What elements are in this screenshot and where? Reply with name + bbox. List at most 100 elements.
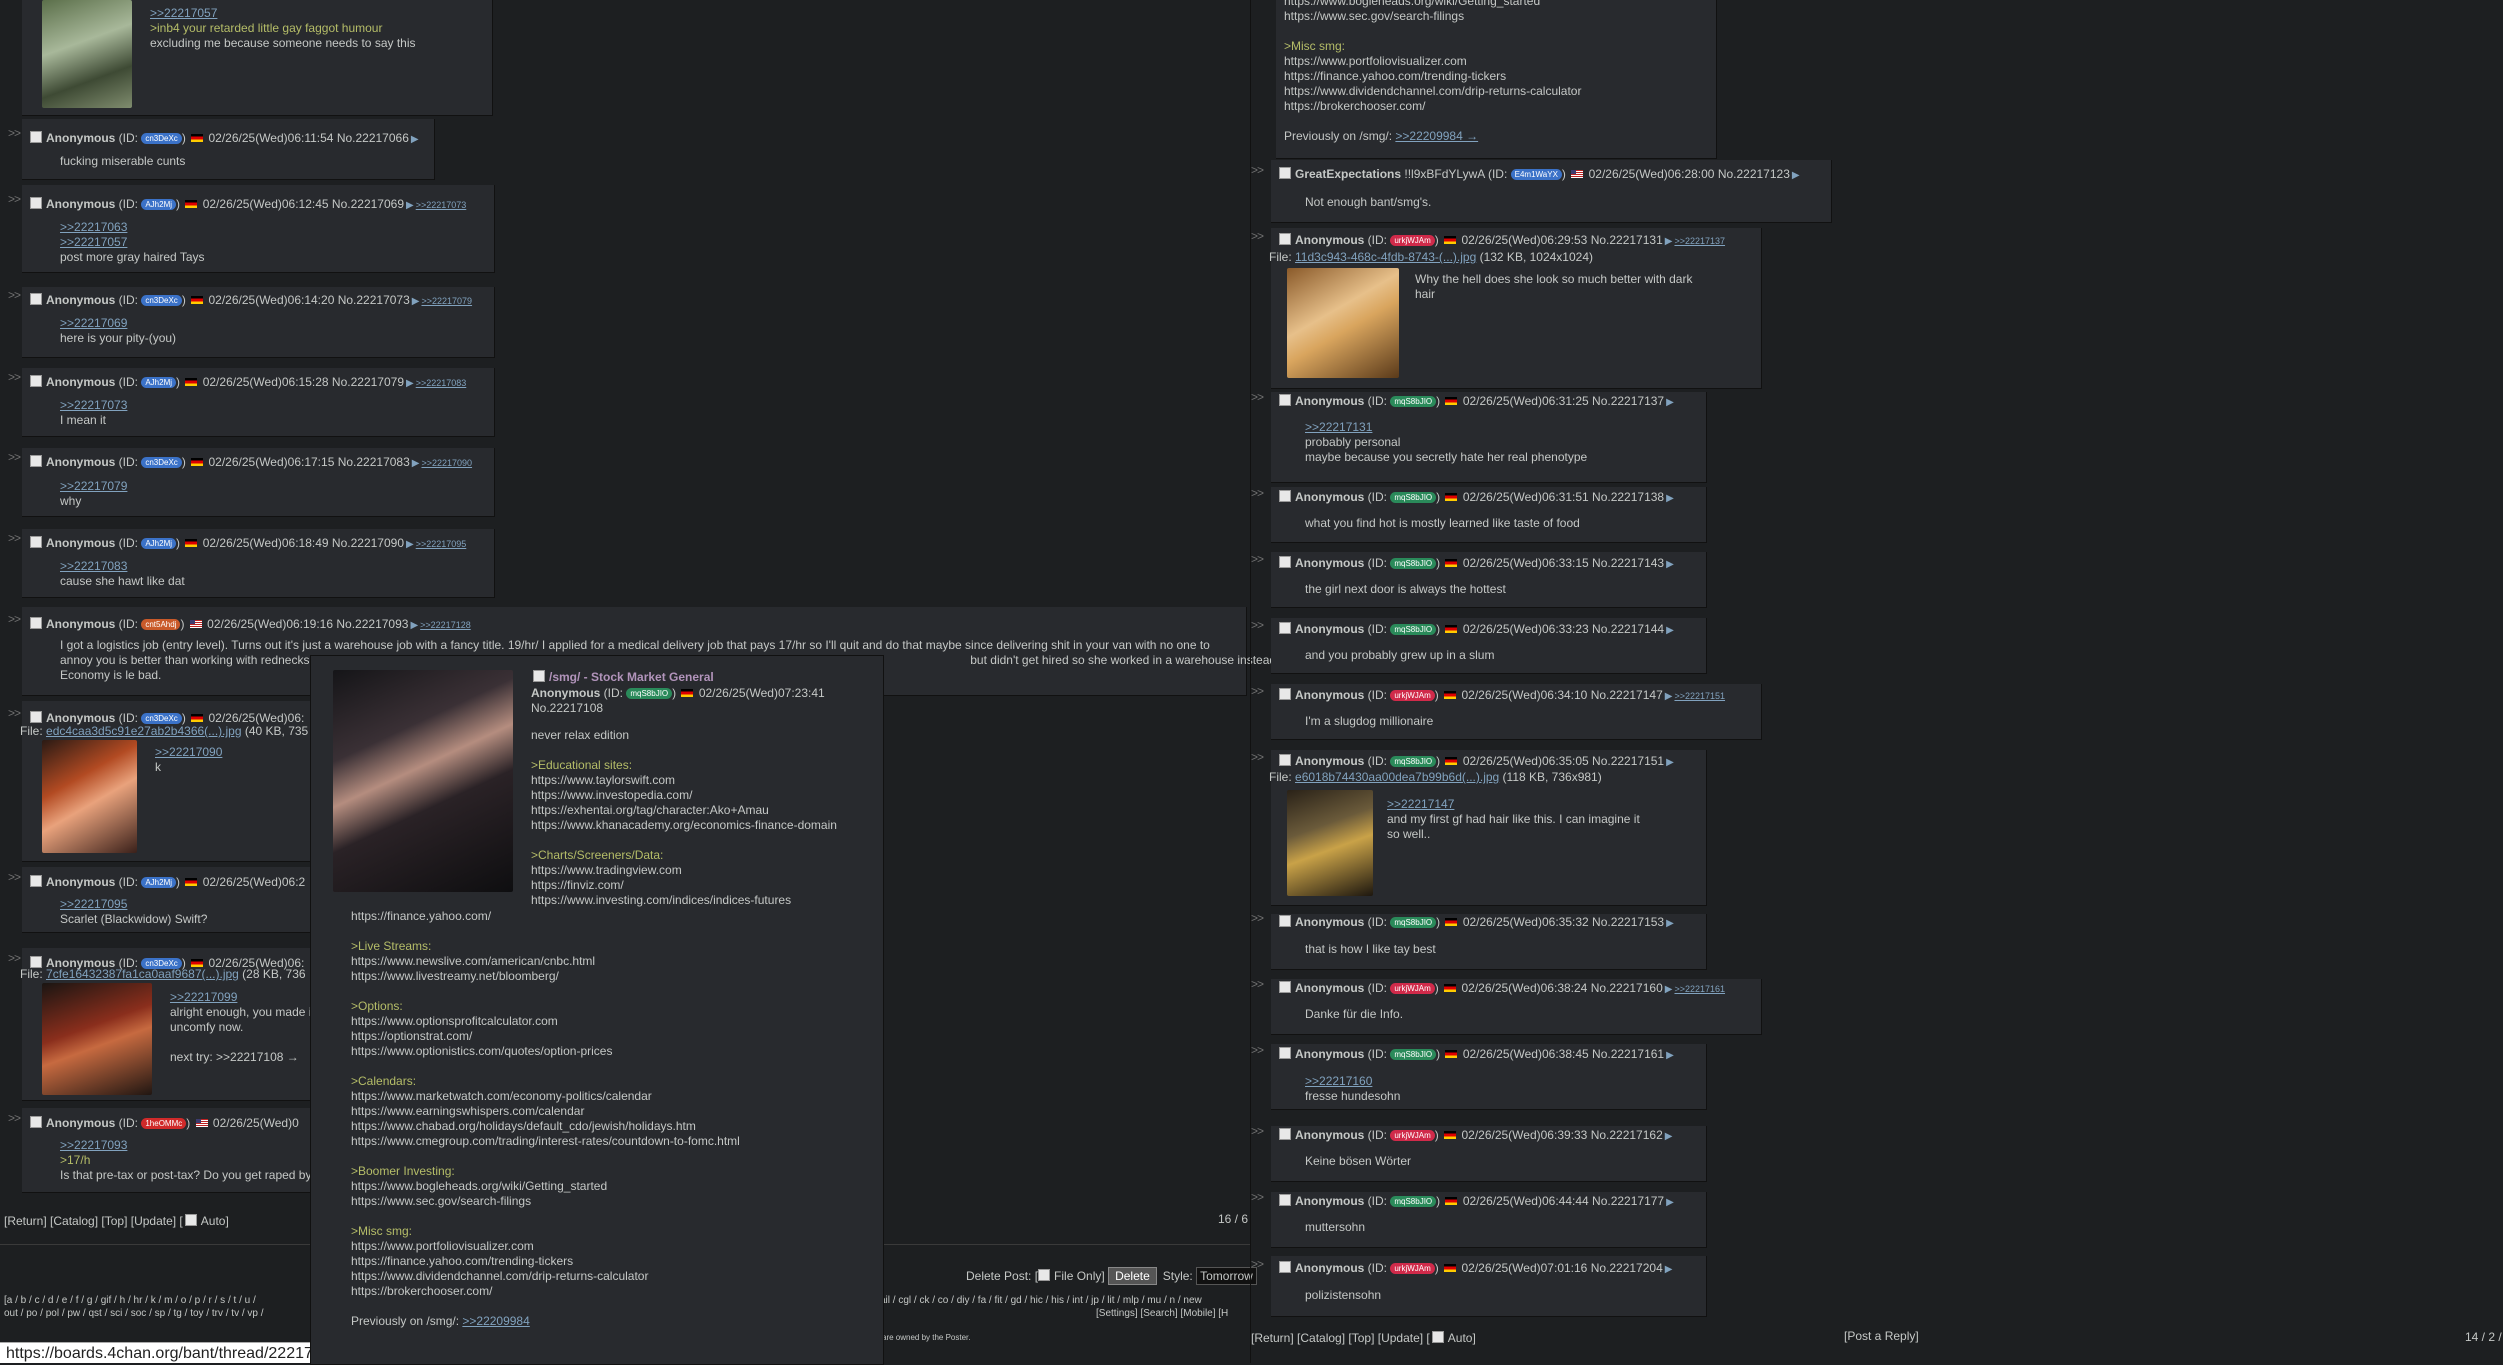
quote-link[interactable]: >>22217057 xyxy=(60,235,205,250)
post-menu-icon[interactable]: ▶ xyxy=(1665,236,1673,247)
quote-link[interactable]: >>22217069 xyxy=(60,316,176,331)
post-number[interactable]: No.22217090 xyxy=(332,536,404,550)
poster-id-badge[interactable]: cn3DeXc xyxy=(141,457,182,468)
poster-id-badge[interactable]: mqS8bJIO xyxy=(1390,1049,1437,1060)
post-menu-icon[interactable]: ▶ xyxy=(1666,559,1674,570)
post-checkbox[interactable] xyxy=(30,197,42,209)
quote-link[interactable]: >>22217057 xyxy=(150,6,416,21)
post-checkbox[interactable] xyxy=(30,293,42,305)
quote-link[interactable]: >>22217099 xyxy=(170,990,311,1005)
backlink[interactable]: >>22217095 xyxy=(416,539,467,549)
post-menu-icon[interactable]: ▶ xyxy=(1665,691,1673,702)
file-link[interactable]: 11d3c943-468c-4fdb-8743-(...).jpg xyxy=(1295,250,1476,264)
board-list[interactable]: out / po / pol / pw / qst / sci / soc / … xyxy=(4,1308,264,1319)
quote-link[interactable]: >>22217090 xyxy=(155,745,222,760)
quote-link[interactable]: >>22217063 xyxy=(60,220,205,235)
poster-id-badge[interactable]: mqS8bJIO xyxy=(1390,1196,1437,1207)
post-menu-icon[interactable]: ▶ xyxy=(406,539,414,550)
poster-id-badge[interactable]: mqS8bJIO xyxy=(1390,396,1437,407)
poster-id-badge[interactable]: mqS8bJIO xyxy=(1390,917,1437,928)
post-menu-icon[interactable]: ▶ xyxy=(1666,493,1674,504)
quote-link[interactable]: >>22217093 xyxy=(60,1138,311,1153)
post-number[interactable]: No.22217160 xyxy=(1591,981,1663,995)
post-menu-icon[interactable]: ▶ xyxy=(1666,625,1674,636)
post-number[interactable]: No.22217066 xyxy=(337,131,409,145)
post-checkbox[interactable] xyxy=(30,875,42,887)
poster-id-badge[interactable]: urkjWJAm xyxy=(1390,983,1435,994)
quote-link[interactable]: >>22217147 xyxy=(1387,797,1640,812)
post-number[interactable]: No.22217144 xyxy=(1592,622,1664,636)
post-menu-icon[interactable]: ▶ xyxy=(410,620,418,631)
post-checkbox[interactable] xyxy=(1279,981,1291,993)
post-number[interactable]: No.22217138 xyxy=(1592,490,1664,504)
post-menu-icon[interactable]: ▶ xyxy=(1665,1131,1673,1142)
backlink[interactable]: >>22217128 xyxy=(420,620,471,630)
post-number[interactable]: No.22217108 xyxy=(531,701,603,715)
poster-id-badge[interactable]: cn3DeXc xyxy=(141,133,182,144)
post-number[interactable]: No.22217162 xyxy=(1591,1128,1663,1142)
file-link[interactable]: edc4caa3d5c91e27ab2b4366(...).jpg xyxy=(46,724,242,738)
post-reply-link[interactable]: [Post a Reply] xyxy=(1844,1329,1919,1343)
post-number[interactable]: No.22217143 xyxy=(1592,556,1664,570)
poster-id-badge[interactable]: mqS8bJIO xyxy=(626,688,673,699)
poster-id-badge[interactable]: AJh2Mj xyxy=(141,538,177,549)
auto-update-checkbox[interactable] xyxy=(1431,1331,1444,1343)
post-image-thumbnail[interactable] xyxy=(42,0,132,108)
backlink[interactable]: >>22217079 xyxy=(421,296,472,306)
poster-id-badge[interactable]: mqS8bJIO xyxy=(1390,558,1437,569)
post-checkbox[interactable] xyxy=(1279,556,1291,568)
quote-link[interactable]: >>22209984 → xyxy=(1395,129,1478,143)
backlink[interactable]: >>22217137 xyxy=(1674,236,1725,246)
post-menu-icon[interactable]: ▶ xyxy=(411,134,419,145)
backlink[interactable]: >>22217083 xyxy=(416,378,467,388)
quote-link[interactable]: >>22217079 xyxy=(60,479,127,494)
poster-id-badge[interactable]: mqS8bJIO xyxy=(1390,756,1437,767)
post-image-thumbnail[interactable] xyxy=(1287,790,1373,896)
thread-nav-bottom[interactable]: [Return] [Catalog] [Top] [Update] [Auto] xyxy=(1251,1331,1476,1345)
post-menu-icon[interactable]: ▶ xyxy=(406,200,414,211)
post-menu-icon[interactable]: ▶ xyxy=(406,378,414,389)
post-number[interactable]: No.22217079 xyxy=(332,375,404,389)
backlink[interactable]: >>22217073 xyxy=(416,200,467,210)
thread-nav-bottom[interactable]: [Return] [Catalog] [Top] [Update] [Auto] xyxy=(4,1214,229,1228)
poster-id-badge[interactable]: E4m1WaYX xyxy=(1510,169,1562,180)
post-number[interactable]: No.22217137 xyxy=(1592,394,1664,408)
auto-update-checkbox[interactable] xyxy=(184,1214,197,1226)
post-menu-icon[interactable]: ▶ xyxy=(1665,1264,1673,1275)
post-image-thumbnail[interactable] xyxy=(1287,268,1399,378)
quote-link[interactable]: >>22217160 xyxy=(1305,1074,1400,1089)
quote-link[interactable]: >>22217073 xyxy=(60,398,127,413)
post-menu-icon[interactable]: ▶ xyxy=(1666,1050,1674,1061)
post-checkbox[interactable] xyxy=(533,670,545,682)
poster-id-badge[interactable]: AJh2Mj xyxy=(141,877,177,888)
post-menu-icon[interactable]: ▶ xyxy=(1666,1197,1674,1208)
file-link[interactable]: 7cfe16432387fa1ca0aaf9687(...).jpg xyxy=(46,967,239,981)
post-number[interactable]: No.22217083 xyxy=(338,455,410,469)
file-link[interactable]: e6018b74430aa00dea7b99b6d(...).jpg xyxy=(1295,770,1499,784)
post-checkbox[interactable] xyxy=(30,1116,42,1128)
board-list[interactable]: [a / b / c / d / e / f / g / gif / h / h… xyxy=(4,1295,256,1306)
post-number[interactable]: No.22217073 xyxy=(338,293,410,307)
backlink[interactable]: >>22217161 xyxy=(1674,984,1725,994)
post-menu-icon[interactable]: ▶ xyxy=(1666,757,1674,768)
quote-link[interactable]: >>22217083 xyxy=(60,559,185,574)
poster-id-badge[interactable]: mqS8bJIO xyxy=(1390,624,1437,635)
post-number[interactable]: No.22217093 xyxy=(336,617,408,631)
post-checkbox[interactable] xyxy=(30,617,42,629)
board-list[interactable]: ail / cgl / ck / co / diy / fa / fit / g… xyxy=(880,1295,1202,1306)
post-menu-icon[interactable]: ▶ xyxy=(412,458,420,469)
poster-id-badge[interactable]: urkjWJAm xyxy=(1390,690,1435,701)
post-menu-icon[interactable]: ▶ xyxy=(412,296,420,307)
post-checkbox[interactable] xyxy=(1279,233,1291,245)
post-number[interactable]: No.22217204 xyxy=(1591,1261,1663,1275)
quote-link[interactable]: >>22209984 xyxy=(462,1314,529,1328)
post-menu-icon[interactable]: ▶ xyxy=(1792,170,1800,181)
post-checkbox[interactable] xyxy=(1279,1047,1291,1059)
quote-link[interactable]: >>22217131 xyxy=(1305,420,1587,435)
post-checkbox[interactable] xyxy=(30,131,42,143)
poster-id-badge[interactable]: urkjWJAm xyxy=(1390,1130,1435,1141)
quote-link[interactable]: >>22217095 xyxy=(60,897,207,912)
post-number[interactable]: No.22217151 xyxy=(1592,754,1664,768)
post-checkbox[interactable] xyxy=(1279,622,1291,634)
backlink[interactable]: >>22217090 xyxy=(421,458,472,468)
